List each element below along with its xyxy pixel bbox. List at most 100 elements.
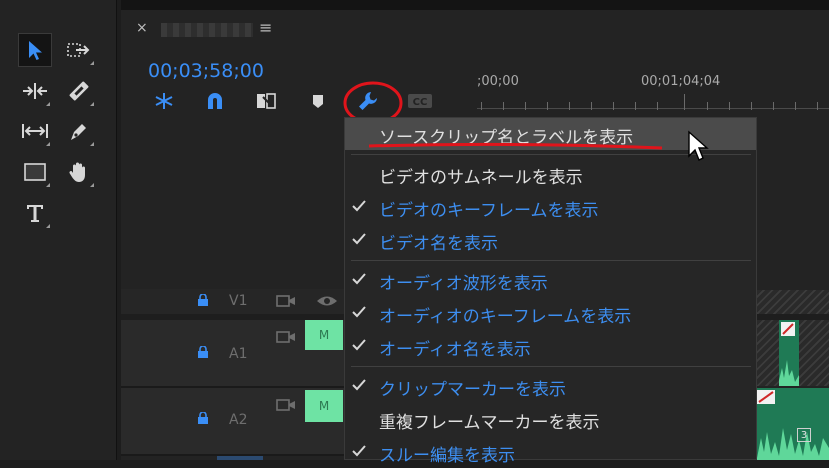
linked-selection-button[interactable] bbox=[253, 90, 279, 112]
checkmark-icon bbox=[352, 273, 366, 285]
menu-item-show-video-keyframes[interactable]: ビデオのキーフレームを表示 bbox=[345, 191, 756, 223]
menu-item-show-audio-keyframes[interactable]: オーディオのキーフレームを表示 bbox=[345, 297, 756, 329]
menu-item-label: クリップマーカーを表示 bbox=[379, 380, 566, 400]
menu-item-show-audio-names[interactable]: オーディオ名を表示 bbox=[345, 330, 756, 362]
ruler-tick bbox=[773, 102, 774, 110]
ruler-tick bbox=[613, 102, 614, 110]
magnet-icon bbox=[208, 93, 222, 109]
checkmark-icon bbox=[352, 306, 366, 318]
lock-icon[interactable] bbox=[197, 294, 209, 306]
type-tool-button[interactable] bbox=[18, 196, 52, 230]
mute-button-a2[interactable]: M bbox=[305, 390, 343, 422]
menu-item-show-duplicate-frame-markers[interactable]: 重複フレームマーカーを表示 bbox=[345, 403, 756, 435]
razor-tool-button[interactable] bbox=[62, 74, 96, 108]
slip-icon bbox=[22, 124, 48, 138]
ruler-tick bbox=[751, 102, 752, 110]
checkmark-icon bbox=[352, 445, 366, 457]
v1-clip-hatch[interactable] bbox=[757, 290, 829, 314]
timeline-display-settings-menu: ソースクリップ名とラベルを表示 ビデオのサムネールを表示 ビデオのキーフレームを… bbox=[344, 117, 757, 466]
closed-captions-icon: CC bbox=[408, 94, 432, 108]
ruler-tick bbox=[481, 102, 482, 110]
menu-item-label: ビデオのサムネールを表示 bbox=[379, 168, 583, 188]
menu-item-show-audio-waveform[interactable]: オーディオ波形を表示 bbox=[345, 264, 756, 296]
hand-tool-button[interactable] bbox=[62, 155, 96, 189]
checkmark-icon bbox=[352, 200, 366, 212]
captions-button[interactable]: CC bbox=[407, 90, 433, 112]
menu-separator bbox=[351, 366, 751, 367]
razor-icon bbox=[69, 81, 89, 101]
rectangle-icon bbox=[24, 163, 46, 181]
ruler-tick-major bbox=[684, 94, 685, 110]
sync-lock-icon[interactable] bbox=[276, 330, 296, 344]
rectangle-tool-button[interactable] bbox=[18, 155, 52, 189]
a1-clip-hatch-right[interactable] bbox=[799, 320, 829, 386]
menu-separator bbox=[351, 260, 751, 261]
a1-clip-hatch[interactable] bbox=[757, 320, 779, 386]
pen-icon bbox=[71, 124, 86, 140]
menu-item-show-video-thumbnails[interactable]: ビデオのサムネールを表示 bbox=[345, 158, 756, 190]
menu-item-show-clip-markers[interactable]: クリップマーカーを表示 bbox=[345, 370, 756, 402]
audio-waveform bbox=[779, 322, 799, 386]
mouse-cursor-icon bbox=[688, 130, 709, 161]
selection-arrow-icon bbox=[29, 41, 42, 60]
ruler-tick bbox=[707, 102, 708, 110]
ruler-tick bbox=[795, 102, 796, 110]
time-ruler[interactable] bbox=[477, 108, 829, 109]
menu-item-label: 重複フレームマーカーを表示 bbox=[379, 413, 600, 433]
menu-item-label: ビデオのキーフレームを表示 bbox=[379, 201, 599, 221]
lock-icon[interactable] bbox=[197, 412, 209, 424]
ruler-tick bbox=[817, 102, 818, 110]
a1-audio-clip[interactable] bbox=[779, 320, 799, 386]
track-name-v1: V1 bbox=[229, 293, 248, 309]
ripple-edit-tool-button[interactable] bbox=[18, 74, 52, 108]
insert-overwrite-nest-button[interactable] bbox=[151, 90, 177, 112]
linked-selection-icon bbox=[257, 93, 276, 109]
ripple-edit-icon bbox=[23, 83, 47, 99]
ruler-tick bbox=[503, 102, 504, 110]
track-select-forward-tool-button[interactable] bbox=[62, 33, 96, 67]
a2-audio-clip[interactable] bbox=[757, 388, 829, 460]
menu-item-label: オーディオ波形を表示 bbox=[379, 274, 548, 294]
slip-tool-button[interactable] bbox=[18, 114, 52, 148]
ruler-tick bbox=[729, 102, 730, 110]
snap-button[interactable] bbox=[202, 90, 228, 112]
ruler-tick bbox=[635, 102, 636, 110]
menu-item-label: オーディオのキーフレームを表示 bbox=[379, 307, 632, 327]
selection-tool-button[interactable] bbox=[18, 33, 52, 67]
track-select-forward-icon bbox=[67, 43, 90, 57]
track-header-v1[interactable]: V1 bbox=[121, 289, 351, 316]
sync-lock-icon[interactable] bbox=[276, 398, 296, 412]
menu-item-show-video-names[interactable]: ビデオ名を表示 bbox=[345, 224, 756, 256]
svg-text:CC: CC bbox=[413, 97, 428, 108]
add-marker-button[interactable] bbox=[305, 90, 331, 112]
checkmark-icon bbox=[352, 339, 366, 351]
ruler-tick bbox=[547, 102, 548, 110]
sequence-panel-menu-button[interactable]: ≡ bbox=[259, 18, 272, 37]
close-sequence-button[interactable]: × bbox=[136, 20, 148, 36]
track-name-a2: A2 bbox=[229, 412, 248, 428]
checkmark-icon bbox=[352, 233, 366, 245]
menu-item-label: ビデオ名を表示 bbox=[379, 234, 498, 254]
ruler-tick bbox=[657, 102, 658, 110]
pen-tool-button[interactable] bbox=[62, 114, 96, 148]
hand-icon bbox=[69, 162, 85, 182]
playhead-timecode[interactable]: 00;03;58;00 bbox=[148, 60, 264, 82]
menu-item-show-through-edits[interactable]: スルー編集を表示 bbox=[345, 436, 756, 468]
nest-icon bbox=[155, 93, 173, 109]
ruler-tick bbox=[591, 102, 592, 110]
ruler-tick bbox=[569, 102, 570, 110]
marker-icon bbox=[313, 95, 323, 108]
checkmark-icon bbox=[352, 379, 366, 391]
eye-icon[interactable] bbox=[316, 294, 338, 308]
sequence-name-blurred[interactable] bbox=[161, 23, 253, 37]
clip-count-badge: 3 bbox=[797, 428, 811, 442]
audio-waveform bbox=[757, 390, 829, 460]
tools-panel bbox=[0, 0, 117, 460]
sync-lock-icon[interactable] bbox=[276, 294, 296, 308]
track-name-a1: A1 bbox=[229, 346, 248, 362]
lock-icon[interactable] bbox=[197, 346, 209, 358]
mute-button-a1[interactable]: M bbox=[305, 320, 343, 350]
ruler-timecode-start: ;00;00 bbox=[477, 74, 519, 89]
panel-top-strip bbox=[121, 0, 829, 10]
ruler-timecode-mid: 00;01;04;04 bbox=[641, 74, 721, 89]
